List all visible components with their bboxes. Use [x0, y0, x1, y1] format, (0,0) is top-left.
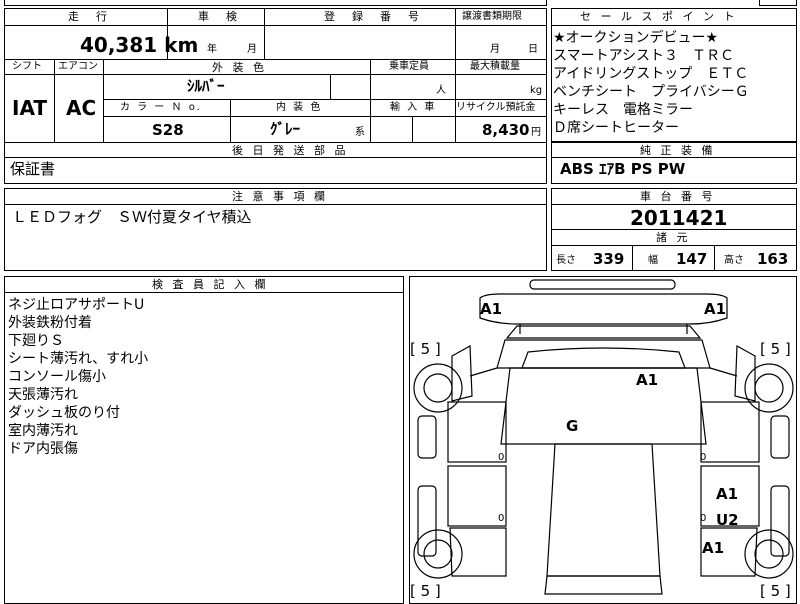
- inspector-item: 室内薄汚れ: [8, 423, 78, 439]
- zero-mark-left-front: 0: [498, 452, 505, 463]
- equipment-header: 純 正 装 備: [640, 144, 716, 157]
- height-label: 高さ: [724, 255, 744, 266]
- sales-point-item: ★オークションデビュー★: [553, 30, 719, 46]
- tire-rating-rear-left: [ 5 ]: [410, 582, 441, 600]
- equipment-value: ABS ｴｱB PS PW: [560, 160, 686, 178]
- sales-point-item: ベンチシート プライバシーＧ: [553, 84, 749, 100]
- exterior-header: 外 装 色: [212, 61, 267, 74]
- interior-suffix: 系: [355, 127, 365, 138]
- notes-value: ＬＥＤフォグ ＳＷ付夏タイヤ積込: [12, 208, 252, 226]
- interior-header: 内 装 色: [276, 102, 323, 113]
- sales-points-list: ★オークションデビュー★ スマートアシスト３ ＴＲＣ アイドリングストップ ＥＴ…: [553, 29, 749, 137]
- width-value: 147: [676, 250, 708, 268]
- mileage-value: 40,381 km: [80, 33, 199, 57]
- car-diagram: [413, 279, 794, 595]
- sales-point-item: キーレス 電格ミラー: [553, 102, 693, 118]
- sales-point-item: アイドリングストップ ＥＴＣ: [553, 66, 749, 82]
- load-unit: kg: [530, 85, 543, 96]
- inspector-item: 天張薄汚れ: [8, 387, 78, 403]
- inspector-item: シート薄汚れ、すれ小: [8, 351, 149, 367]
- inspector-item: コンソール傷小: [8, 369, 106, 385]
- interior-value: ｸﾞﾚｰ: [270, 120, 301, 138]
- zero-mark-right-rear: 0: [700, 513, 707, 524]
- inspection-year: 年: [207, 44, 217, 55]
- recycle-unit: 円: [531, 127, 541, 138]
- damage-mark-front-right: A1: [704, 300, 727, 318]
- zero-mark-left-rear: 0: [498, 513, 505, 524]
- transfer-day: 日: [528, 44, 538, 55]
- inspector-item: ドア内張傷: [8, 441, 78, 457]
- inspector-item: 下廻りＳ: [8, 333, 64, 349]
- top-strip-right: [759, 0, 797, 6]
- tire-rating-front-right: [ 5 ]: [760, 340, 791, 358]
- recycle-header: リサイクル預託金: [456, 102, 536, 113]
- dimensions-header: 諸 元: [656, 231, 691, 244]
- width-label: 幅: [648, 255, 658, 266]
- sales-points-header: セ ー ル ス ポ イ ン ト: [580, 10, 738, 23]
- ac-header: エアコン: [58, 61, 98, 72]
- tire-rating-rear-right: [ 5 ]: [760, 582, 791, 600]
- inspection-header: 車 検: [198, 10, 240, 23]
- registration-header: 登 録 番 号: [324, 10, 422, 23]
- capacity-unit: 人: [436, 85, 446, 96]
- load-header: 最大積載量: [470, 61, 520, 72]
- inspector-header: 検 査 員 記 入 欄: [152, 278, 269, 291]
- mileage-header: 走 行: [68, 10, 110, 23]
- capacity-header: 乗車定員: [389, 61, 429, 72]
- zero-mark-right-front: 0: [700, 452, 707, 463]
- notes-header: 注 意 事 項 欄: [232, 190, 328, 203]
- exterior-value: ｼﾙﾊﾞｰ: [187, 77, 225, 95]
- top-strip: [4, 0, 547, 6]
- sales-point-item: Ｄ席シートヒーター: [553, 120, 679, 136]
- import-header: 輸 入 車: [390, 102, 437, 113]
- later-parts-value: 保証書: [10, 160, 56, 178]
- damage-mark-right-rear-door-u2: U2: [716, 511, 739, 529]
- shift-header: シフト: [12, 61, 42, 72]
- length-label: 長さ: [556, 255, 576, 266]
- damage-mark-right-rear-door: A1: [716, 485, 739, 503]
- damage-mark-right-rear-fender: A1: [702, 539, 725, 557]
- recycle-value: 8,430: [482, 121, 530, 139]
- shift-value: IAT: [12, 96, 48, 120]
- length-value: 339: [593, 250, 625, 268]
- damage-mark-front-left: A1: [480, 300, 503, 318]
- transfer-header: 譲渡書類期限: [462, 11, 522, 22]
- inspector-item: ネジ止ロアサポートU: [8, 297, 145, 313]
- transfer-month: 月: [490, 44, 500, 55]
- inspector-item: ダッシュ板のり付: [8, 405, 120, 421]
- inspector-item: 外装鉄粉付着: [8, 315, 92, 331]
- inspection-month: 月: [247, 44, 257, 55]
- ac-value: AC: [66, 96, 97, 120]
- damage-mark-roof: A1: [636, 371, 659, 389]
- height-value: 163: [757, 250, 789, 268]
- damage-mark-center: G: [566, 417, 579, 435]
- color-no-value: S28: [152, 121, 184, 139]
- later-parts-header: 後 日 発 送 部 品: [232, 144, 349, 157]
- inspector-list: ネジ止ロアサポートU 外装鉄粉付着 下廻りＳ シート薄汚れ、すれ小 コンソール傷…: [8, 296, 148, 458]
- chassis-header: 車 台 番 号: [640, 190, 716, 203]
- sales-point-item: スマートアシスト３ ＴＲＣ: [553, 48, 735, 64]
- chassis-value: 2011421: [630, 206, 728, 230]
- tire-rating-front-left: [ 5 ]: [410, 340, 441, 358]
- color-no-header: カ ラ ー Ｎ o.: [120, 102, 202, 113]
